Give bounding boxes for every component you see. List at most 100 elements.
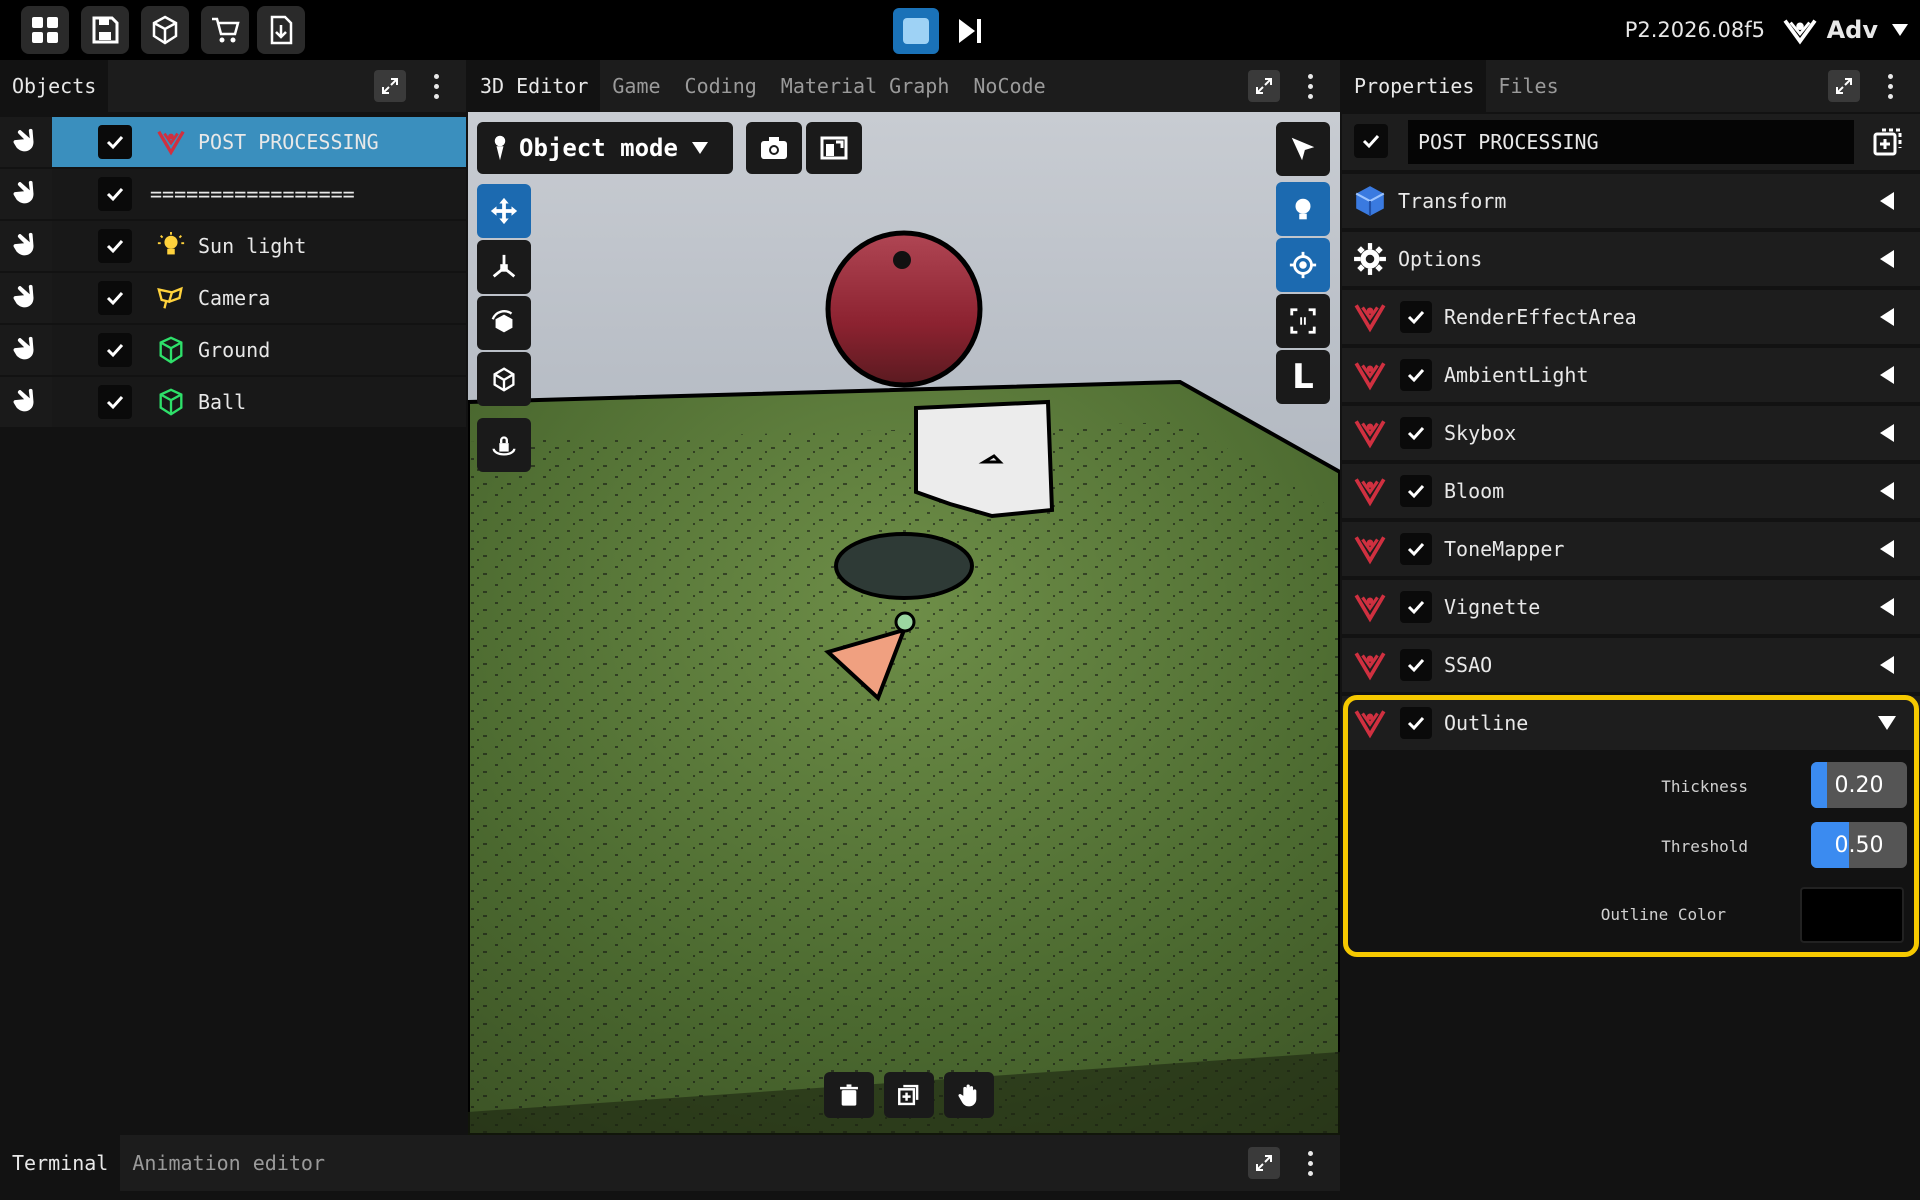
drag-hand-icon[interactable]	[0, 377, 52, 427]
component-checkbox[interactable]	[1400, 591, 1432, 623]
object-row[interactable]: Ground	[0, 325, 466, 375]
grab-button[interactable]	[944, 1072, 994, 1118]
view-toggle-button[interactable]	[806, 122, 862, 174]
bottom-tabs: Terminal Animation editor	[0, 1135, 1340, 1191]
visibility-checkbox[interactable]	[98, 333, 132, 367]
postprocess-icon	[1350, 529, 1390, 569]
step-button[interactable]	[947, 8, 993, 54]
tab-material-graph[interactable]: Material Graph	[769, 60, 962, 112]
component-checkbox[interactable]	[1400, 417, 1432, 449]
object-mode-label: Object mode	[519, 134, 678, 162]
tab-objects[interactable]: Objects	[0, 60, 109, 112]
component-ssao[interactable]: SSAO	[1342, 638, 1920, 692]
section-options[interactable]: Options	[1342, 232, 1920, 286]
object-row[interactable]: POST PROCESSING	[0, 117, 466, 167]
orbit-lock-button[interactable]	[477, 418, 531, 472]
section-label: Transform	[1398, 189, 1507, 213]
grid-icon[interactable]	[21, 6, 69, 54]
drag-hand-icon[interactable]	[0, 117, 52, 167]
tab-terminal[interactable]: Terminal	[0, 1135, 121, 1191]
expand-icon[interactable]	[1248, 1147, 1280, 1179]
object-label: Ball	[198, 390, 247, 414]
object-row[interactable]: Sun light	[0, 221, 466, 271]
threshold-slider[interactable]: 0.50	[1811, 822, 1907, 868]
more-options-icon[interactable]	[1298, 70, 1322, 102]
zoom-fit-button[interactable]	[1276, 294, 1330, 348]
download-icon[interactable]	[257, 6, 305, 54]
tab-game[interactable]: Game	[600, 60, 672, 112]
save-icon[interactable]	[81, 6, 129, 54]
chevron-down-icon	[691, 142, 708, 154]
stop-button[interactable]	[893, 8, 939, 54]
select-pointer-button[interactable]	[1276, 122, 1330, 176]
component-tonemapper[interactable]: ToneMapper	[1342, 522, 1920, 576]
drag-hand-icon[interactable]	[0, 325, 52, 375]
collapse-left-icon	[1880, 540, 1894, 558]
screenshot-button[interactable]	[746, 122, 802, 174]
drag-hand-icon[interactable]	[0, 221, 52, 271]
object-mode-select[interactable]: Object mode	[477, 122, 733, 174]
component-vignette[interactable]: Vignette	[1342, 580, 1920, 634]
tab-properties[interactable]: Properties	[1342, 60, 1487, 112]
drag-hand-icon[interactable]	[0, 273, 52, 323]
component-checkbox[interactable]	[1400, 301, 1432, 333]
move-tool-button[interactable]	[477, 184, 531, 238]
more-options-icon[interactable]	[1298, 1147, 1322, 1179]
tab-animation-editor[interactable]: Animation editor	[120, 1135, 337, 1191]
object-row[interactable]: Ball	[0, 377, 466, 427]
rotate-tool-button[interactable]	[477, 296, 531, 350]
component-skybox[interactable]: Skybox	[1342, 406, 1920, 460]
expand-icon[interactable]	[374, 70, 406, 102]
outline-fields: Thickness 0.20 Threshold 0.50 Outline Co…	[1348, 750, 1914, 952]
duplicate-button[interactable]	[884, 1072, 934, 1118]
delete-button[interactable]	[824, 1072, 874, 1118]
pointer-icon	[1291, 137, 1315, 161]
3d-viewport[interactable]: Object mode L	[468, 112, 1340, 1135]
component-checkbox[interactable]	[1400, 533, 1432, 565]
section-transform[interactable]: Transform	[1342, 174, 1920, 228]
component-ambientlight[interactable]: AmbientLight	[1342, 348, 1920, 402]
expand-icon[interactable]	[1248, 70, 1280, 102]
component-bloom[interactable]: Bloom	[1342, 464, 1920, 518]
transform-tool-button[interactable]	[477, 352, 531, 406]
tab-coding[interactable]: Coding	[673, 60, 769, 112]
visibility-checkbox[interactable]	[98, 177, 132, 211]
add-component-icon[interactable]	[1870, 124, 1906, 160]
checkmark-icon	[1407, 310, 1425, 325]
thickness-slider[interactable]: 0.20	[1811, 762, 1907, 808]
object-row[interactable]: Camera	[0, 273, 466, 323]
enabled-checkbox[interactable]	[1354, 124, 1388, 158]
tab-nocode[interactable]: NoCode	[961, 60, 1057, 112]
component-checkbox[interactable]	[1400, 649, 1432, 681]
tab-files[interactable]: Files	[1486, 60, 1570, 112]
cart-icon[interactable]	[201, 6, 249, 54]
scale-tool-button[interactable]	[477, 240, 531, 294]
object-row[interactable]: =================	[0, 169, 466, 219]
visibility-checkbox[interactable]	[98, 281, 132, 315]
light-toggle-button[interactable]	[1276, 182, 1330, 236]
checkmark-icon	[106, 395, 124, 410]
collapse-left-icon	[1880, 308, 1894, 326]
object-label: Ground	[198, 338, 271, 362]
postprocess-icon	[1350, 471, 1390, 511]
component-checkbox[interactable]	[1400, 359, 1432, 391]
visibility-checkbox[interactable]	[98, 125, 132, 159]
focus-button[interactable]	[1276, 238, 1330, 292]
component-checkbox[interactable]	[1400, 475, 1432, 507]
more-options-icon[interactable]	[1878, 70, 1902, 102]
tab-3d-editor[interactable]: 3D Editor	[468, 60, 601, 112]
cube-icon[interactable]	[141, 6, 189, 54]
drag-hand-icon[interactable]	[0, 169, 52, 219]
checkmark-icon	[1407, 542, 1425, 557]
outline-color-swatch[interactable]	[1800, 887, 1904, 943]
object-name-input[interactable]	[1408, 120, 1854, 164]
orientation-button[interactable]: L	[1276, 350, 1330, 404]
component-rendereffectarea[interactable]: RenderEffectArea	[1342, 290, 1920, 344]
object-name-row	[1342, 114, 1920, 170]
expand-icon[interactable]	[1828, 70, 1860, 102]
visibility-checkbox[interactable]	[98, 385, 132, 419]
visibility-checkbox[interactable]	[98, 229, 132, 263]
user-menu[interactable]: Adv	[1781, 10, 1908, 50]
version-label: P2.2026.08f5	[1624, 18, 1765, 42]
more-options-icon[interactable]	[424, 70, 448, 102]
